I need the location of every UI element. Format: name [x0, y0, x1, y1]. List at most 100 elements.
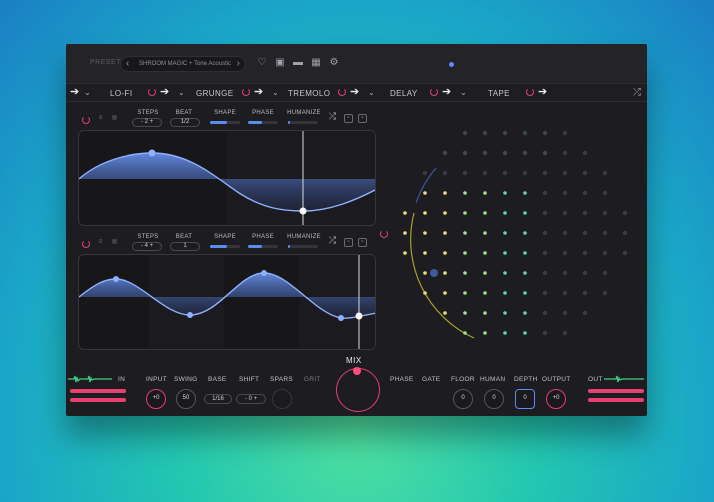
preset-selector[interactable]: ‹ SHROOM MAGIC + Tone Acoustic ›: [120, 56, 246, 72]
lfo1-steps-stepper[interactable]: - 2 +: [132, 118, 162, 127]
top-bar: PRESET ‹ SHROOM MAGIC + Tone Acoustic › …: [66, 44, 647, 84]
copy-icon[interactable]: ▫: [344, 238, 353, 247]
lfo2-node[interactable]: [355, 312, 363, 320]
lfo2-power-icon[interactable]: [82, 240, 90, 248]
visualizer-dot: [562, 130, 568, 136]
fx-tremolo-label: TREMOLO: [288, 89, 331, 98]
visualizer-dot: [483, 271, 487, 275]
save-icon[interactable]: ▣: [274, 57, 286, 69]
visualizer-dot: [582, 190, 588, 196]
chevron-down-icon[interactable]: ⌄: [84, 86, 92, 99]
lfo2-node[interactable]: [113, 276, 119, 282]
shift-stepper[interactable]: - 0 +: [236, 394, 266, 404]
floor-knob[interactable]: 0: [453, 389, 473, 409]
chevron-down-icon[interactable]: ⌄: [272, 86, 280, 99]
human-knob[interactable]: 0: [484, 389, 504, 409]
swing-knob[interactable]: 50: [176, 389, 196, 409]
visualizer-dot: [562, 190, 568, 196]
folder-icon[interactable]: ▬: [292, 57, 304, 69]
visualizer-dot: [483, 311, 487, 315]
chevron-left-icon[interactable]: ‹: [126, 58, 129, 69]
lfo1-node[interactable]: [299, 207, 307, 215]
fx-tape-power-icon[interactable]: [526, 88, 534, 96]
library-icon[interactable]: ▦: [310, 57, 322, 69]
lfo1-beat-selector[interactable]: 1/2: [170, 118, 200, 127]
depth-knob[interactable]: 0: [515, 389, 535, 409]
visualizer-dot: [463, 251, 467, 255]
fx-delay-power-icon[interactable]: [430, 88, 438, 96]
lfo1-phase-slider[interactable]: [248, 121, 278, 124]
sliders-icon[interactable]: ≡: [96, 239, 105, 248]
visualizer-dot: [582, 230, 588, 236]
visualizer-dot: [562, 170, 568, 176]
paste-icon[interactable]: ▫: [358, 114, 367, 123]
lfo2-steps-stepper[interactable]: - 4 +: [132, 242, 162, 251]
paste-icon[interactable]: ▫: [358, 238, 367, 247]
visualizer-dot: [443, 191, 447, 195]
mix-knob-indicator: [353, 367, 361, 375]
input-waveform: [68, 375, 112, 383]
lfo2-node[interactable]: [261, 270, 267, 276]
settings-icon[interactable]: ⚙: [328, 57, 340, 69]
visualizer-dot: [422, 170, 428, 176]
visualizer-dot: [502, 130, 508, 136]
grid-icon[interactable]: ▦: [110, 115, 119, 124]
fx-grunge-power-icon[interactable]: [242, 88, 250, 96]
fx-lofi-label: LO-FI: [110, 89, 133, 98]
lfo1-shape-slider[interactable]: [210, 121, 240, 124]
lfo2-node[interactable]: [187, 312, 193, 318]
chain-arrow-icon: ➔: [254, 86, 264, 98]
heart-icon[interactable]: ♡: [256, 57, 268, 69]
shuffle-icon[interactable]: ⤮: [633, 87, 641, 98]
floor-value: 0: [461, 395, 465, 401]
lfo2-wave-display[interactable]: [78, 254, 376, 350]
grid-icon[interactable]: ▦: [110, 239, 119, 248]
lfo1-wave-graph: [79, 131, 375, 225]
shuffle-icon[interactable]: ⤮: [328, 236, 337, 246]
lfo2-beat-selector[interactable]: 1: [170, 242, 200, 251]
lfo1-wave-display[interactable]: [78, 130, 376, 226]
spars-knob[interactable]: [272, 389, 292, 409]
copy-icon[interactable]: ▫: [344, 114, 353, 123]
visualizer-dot: [442, 150, 448, 156]
visualizer-dot: [523, 271, 527, 275]
visualizer-dot: [502, 170, 508, 176]
lfo2-node[interactable]: [338, 315, 344, 321]
lfo1-power-icon[interactable]: [82, 116, 90, 124]
chevron-down-icon[interactable]: ⌄: [460, 86, 468, 99]
visualizer-dot: [522, 170, 528, 176]
visualizer-dot: [442, 170, 448, 176]
output-value: +0: [552, 395, 560, 401]
visualizer-dot: [483, 211, 487, 215]
shuffle-icon[interactable]: ⤮: [328, 112, 337, 122]
visualizer-dot: [503, 251, 507, 255]
swing-value: 50: [182, 395, 190, 401]
chain-arrow-icon: ➔: [70, 86, 80, 98]
fx-tremolo-power-icon[interactable]: [338, 88, 346, 96]
lfo2-beat-value: 1: [183, 243, 187, 249]
base-selector[interactable]: 1/16: [204, 394, 232, 404]
visualizer-dot: [483, 331, 487, 335]
sliders-icon[interactable]: ≡: [96, 115, 105, 124]
output-knob[interactable]: +0: [546, 389, 566, 409]
lfo2-wave-graph: [79, 255, 375, 349]
lfo2-steps-label: STEPS: [137, 234, 159, 240]
lfo2-shape-slider[interactable]: [210, 245, 240, 248]
chevron-down-icon[interactable]: ⌄: [368, 86, 376, 99]
lfo2-shape-label: SHAPE: [214, 234, 236, 240]
fx-lofi-power-icon[interactable]: [148, 88, 156, 96]
visualizer-dot: [463, 231, 467, 235]
lfo2-humanize-slider[interactable]: [288, 245, 318, 248]
depth-value: 0: [523, 395, 527, 401]
visualizer-dot: [602, 190, 608, 196]
chevron-right-icon[interactable]: ›: [237, 58, 240, 69]
lfo2-phase-slider[interactable]: [248, 245, 278, 248]
lfo1-node[interactable]: [148, 149, 156, 157]
visualizer-dot: [523, 291, 527, 295]
visualizer-dot: [562, 230, 568, 236]
lfo1-humanize-slider[interactable]: [288, 121, 318, 124]
chevron-down-icon[interactable]: ⌄: [178, 86, 186, 99]
lfo1-steps-value: 2: [144, 119, 148, 125]
input-knob[interactable]: +0: [146, 389, 166, 409]
visualizer-dot: [542, 310, 548, 316]
